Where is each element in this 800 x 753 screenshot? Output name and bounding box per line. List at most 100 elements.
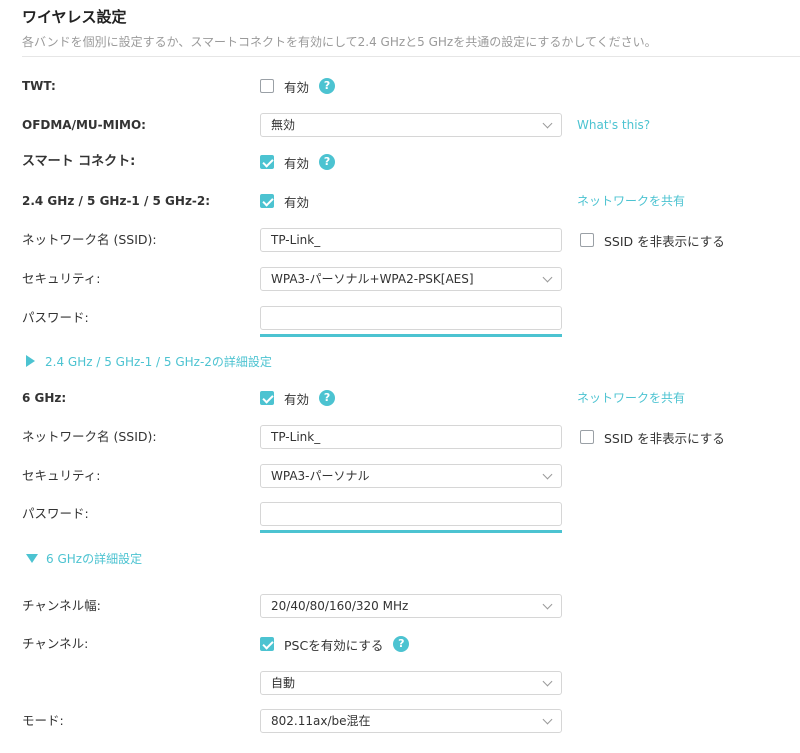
channel-label: チャンネル: [22,636,89,651]
twt-control: 有効 ? [260,72,336,100]
band24-hide-ssid-checkbox[interactable] [580,233,594,247]
band6-ssid-row: ネットワーク名 (SSID): TP-Link_ SSID を非表示にする [0,423,800,451]
chevron-down-icon [542,714,553,725]
band24-share-network-link[interactable]: ネットワークを共有 [577,187,685,215]
band6-hide-ssid-label: SSID を非表示にする [604,430,725,446]
psc-checkbox-label: PSCを有効にする [284,637,384,653]
band24-password-control [260,304,562,332]
channel-row: チャンネル: PSCを有効にする ? [0,630,800,658]
page-description: 各バンドを個別に設定するか、スマートコネクトを有効にして2.4 GHzと5 GH… [22,35,657,49]
chevron-down-icon [542,599,553,610]
band24-control: 有効 [260,187,309,215]
smart-connect-row: スマート コネクト: 有効 ? [0,148,800,176]
channel-width-control: 20/40/80/160/320 MHz [260,592,562,620]
band6-security-value: WPA3-パーソナル [271,469,370,483]
band6-security-row: セキュリティ: WPA3-パーソナル [0,462,800,490]
channel-select-row: 自動 [0,669,800,697]
band24-security-label: セキュリティ: [22,271,101,286]
band6-password-row: パスワード: [0,500,800,528]
band24-hide-ssid: SSID を非表示にする [580,226,725,254]
smart-connect-label: スマート コネクト: [22,154,136,169]
twt-row: TWT: 有効 ? [0,72,800,100]
band24-security-control: WPA3-パーソナル+WPA2-PSK[AES] [260,265,562,293]
band24-advanced-toggle[interactable]: 2.4 GHz / 5 GHz-1 / 5 GHz-2の詳細設定 [26,351,272,371]
smart-connect-checkbox[interactable] [260,155,274,169]
channel-select[interactable]: 自動 [260,671,562,695]
ofdma-select-value: 無効 [271,118,296,132]
channel-value: 自動 [271,676,296,690]
mode-label: モード: [22,713,64,728]
band24-security-value: WPA3-パーソナル+WPA2-PSK[AES] [271,272,474,286]
psc-checkbox[interactable] [260,637,274,651]
page-title: ワイヤレス設定 [22,8,127,26]
band6-security-control: WPA3-パーソナル [260,462,562,490]
band24-password-label: パスワード: [22,310,89,325]
band6-security-label: セキュリティ: [22,468,101,483]
title-divider [22,56,800,57]
band24-enable-label: 有効 [284,194,310,210]
band6-share-network-link[interactable]: ネットワークを共有 [577,384,685,412]
band24-password-focus-bar [260,334,562,337]
band6-enable-checkbox[interactable] [260,391,274,405]
channel-width-label: チャンネル幅: [22,598,101,613]
band6-password-focus-bar [260,530,562,533]
channel-width-row: チャンネル幅: 20/40/80/160/320 MHz [0,592,800,620]
chevron-down-icon [542,676,553,687]
band24-ssid-control: TP-Link_ [260,226,562,254]
band24-ssid-row: ネットワーク名 (SSID): TP-Link_ SSID を非表示にする [0,226,800,254]
chevron-down-icon [542,272,553,283]
band6-advanced-label: 6 GHzの詳細設定 [46,551,143,566]
band6-password-label: パスワード: [22,506,89,521]
twt-checkbox-label: 有効 [284,79,310,95]
channel-width-value: 20/40/80/160/320 MHz [271,599,409,613]
channel-width-select[interactable]: 20/40/80/160/320 MHz [260,594,562,618]
band6-label: 6 GHz: [22,391,67,405]
ofdma-select[interactable]: 無効 [260,113,562,137]
band24-enable-checkbox[interactable] [260,194,274,208]
mode-select[interactable]: 802.11ax/be混在 [260,709,562,733]
ofdma-row: OFDMA/MU-MIMO: 無効 What's this? [0,111,800,139]
band24-password-input[interactable] [260,306,562,330]
help-icon[interactable]: ? [393,636,410,652]
band6-enable-label: 有効 [284,391,310,407]
band6-advanced-toggle[interactable]: 6 GHzの詳細設定 [26,548,142,568]
band24-ssid-input[interactable]: TP-Link_ [260,228,562,252]
twt-checkbox[interactable] [260,79,274,93]
band6-password-input[interactable] [260,502,562,526]
band24-hide-ssid-label: SSID を非表示にする [604,233,725,249]
band6-control: 有効 ? [260,384,336,412]
band24-security-row: セキュリティ: WPA3-パーソナル+WPA2-PSK[AES] [0,265,800,293]
band6-hide-ssid-checkbox[interactable] [580,430,594,444]
band24-advanced-label: 2.4 GHz / 5 GHz-1 / 5 GHz-2の詳細設定 [45,354,272,369]
smart-connect-control: 有効 ? [260,148,336,176]
mode-row: モード: 802.11ax/be混在 [0,707,800,735]
help-icon[interactable]: ? [319,390,336,406]
band6-ssid-label: ネットワーク名 (SSID): [22,429,157,444]
mode-value: 802.11ax/be混在 [271,714,371,728]
band6-row: 6 GHz: 有効 ? ネットワークを共有 [0,384,800,412]
band24-password-row: パスワード: [0,304,800,332]
band6-hide-ssid: SSID を非表示にする [580,423,725,451]
band6-ssid-control: TP-Link_ [260,423,562,451]
chevron-down-icon [542,118,553,129]
help-icon[interactable]: ? [319,154,336,170]
band24-security-select[interactable]: WPA3-パーソナル+WPA2-PSK[AES] [260,267,562,291]
ofdma-label: OFDMA/MU-MIMO: [22,118,146,132]
whats-this-link[interactable]: What's this? [577,111,650,139]
psc-control: PSCを有効にする ? [260,630,410,658]
triangle-right-icon [26,355,35,367]
band6-password-control [260,500,562,528]
ofdma-control: 無効 [260,111,562,139]
band6-ssid-input[interactable]: TP-Link_ [260,425,562,449]
band6-security-select[interactable]: WPA3-パーソナル [260,464,562,488]
channel-select-control: 自動 [260,669,562,697]
band24-row: 2.4 GHz / 5 GHz-1 / 5 GHz-2: 有効 ネットワークを共… [0,187,800,215]
band24-label: 2.4 GHz / 5 GHz-1 / 5 GHz-2: [22,194,211,208]
band24-ssid-label: ネットワーク名 (SSID): [22,232,157,247]
help-icon[interactable]: ? [319,78,336,94]
triangle-down-icon [26,553,38,563]
smart-connect-checkbox-label: 有効 [284,155,310,171]
chevron-down-icon [542,469,553,480]
mode-control: 802.11ax/be混在 [260,707,562,735]
twt-label: TWT: [22,79,56,93]
